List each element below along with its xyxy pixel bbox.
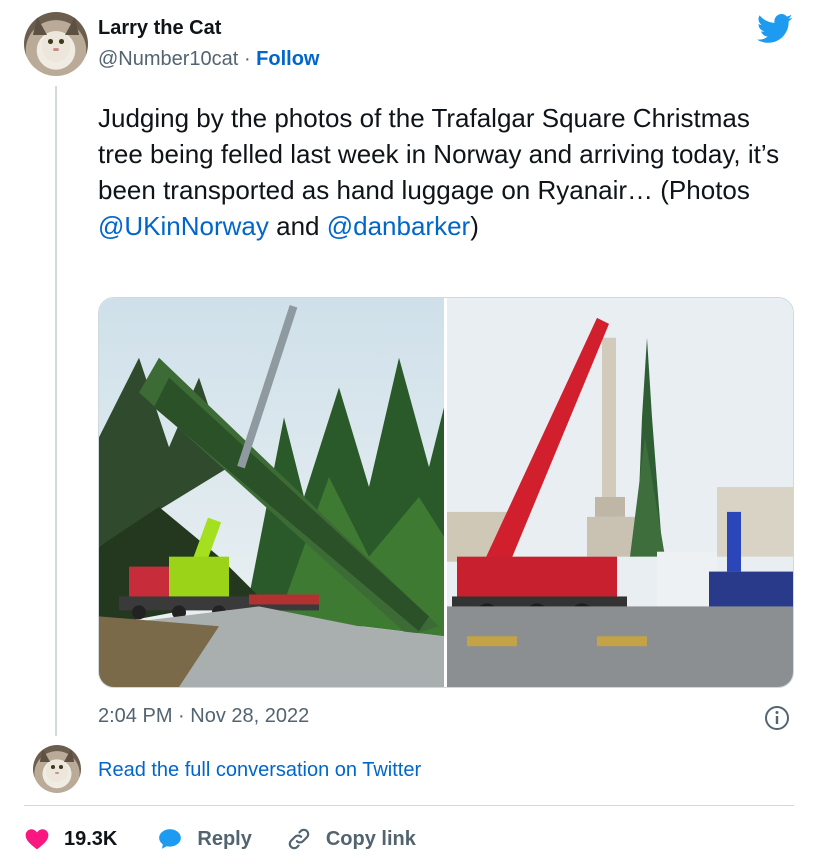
- twitter-bird-icon[interactable]: [756, 14, 794, 44]
- mention-ukinnorway[interactable]: @UKinNorway: [98, 211, 269, 241]
- author-avatar[interactable]: [24, 12, 88, 76]
- author-handle[interactable]: @Number10cat: [98, 48, 238, 70]
- read-conversation-link[interactable]: Read the full conversation on Twitter: [98, 759, 421, 782]
- like-count: 19.3K: [64, 827, 118, 850]
- handle-separator: ·: [243, 48, 251, 70]
- mention-danbarker[interactable]: @danbarker: [327, 211, 470, 241]
- info-icon[interactable]: [764, 705, 790, 731]
- actions-divider: [24, 805, 794, 806]
- speech-bubble-icon: [159, 829, 182, 849]
- conversation-avatar[interactable]: [33, 745, 81, 793]
- tweet-timestamp[interactable]: 2:04 PM · Nov 28, 2022: [98, 705, 309, 728]
- author-handle-row: @Number10cat · Follow: [98, 48, 320, 71]
- photo-trafalgar-arrival[interactable]: [447, 298, 793, 687]
- like-button[interactable]: 19.3K: [24, 826, 117, 852]
- tweet-text-close: ): [470, 211, 479, 241]
- link-icon: [288, 828, 310, 850]
- tweet-actions: 19.3K Reply Copy link: [24, 823, 416, 855]
- copy-link-label: Copy link: [325, 827, 416, 850]
- tweet-text: Judging by the photos of the Trafalgar S…: [98, 100, 798, 244]
- follow-button[interactable]: Follow: [256, 48, 319, 70]
- thread-line: [55, 86, 57, 736]
- author-name[interactable]: Larry the Cat: [98, 17, 221, 40]
- tweet-media: [98, 297, 794, 688]
- reply-button[interactable]: Reply: [157, 826, 252, 852]
- heart-icon: [25, 829, 49, 850]
- copy-link-button[interactable]: Copy link: [286, 826, 416, 852]
- tweet-text-body: Judging by the photos of the Trafalgar S…: [98, 103, 780, 205]
- reply-label: Reply: [197, 827, 252, 850]
- tweet-text-and: and: [268, 211, 320, 241]
- photo-norway-felling[interactable]: [99, 298, 444, 687]
